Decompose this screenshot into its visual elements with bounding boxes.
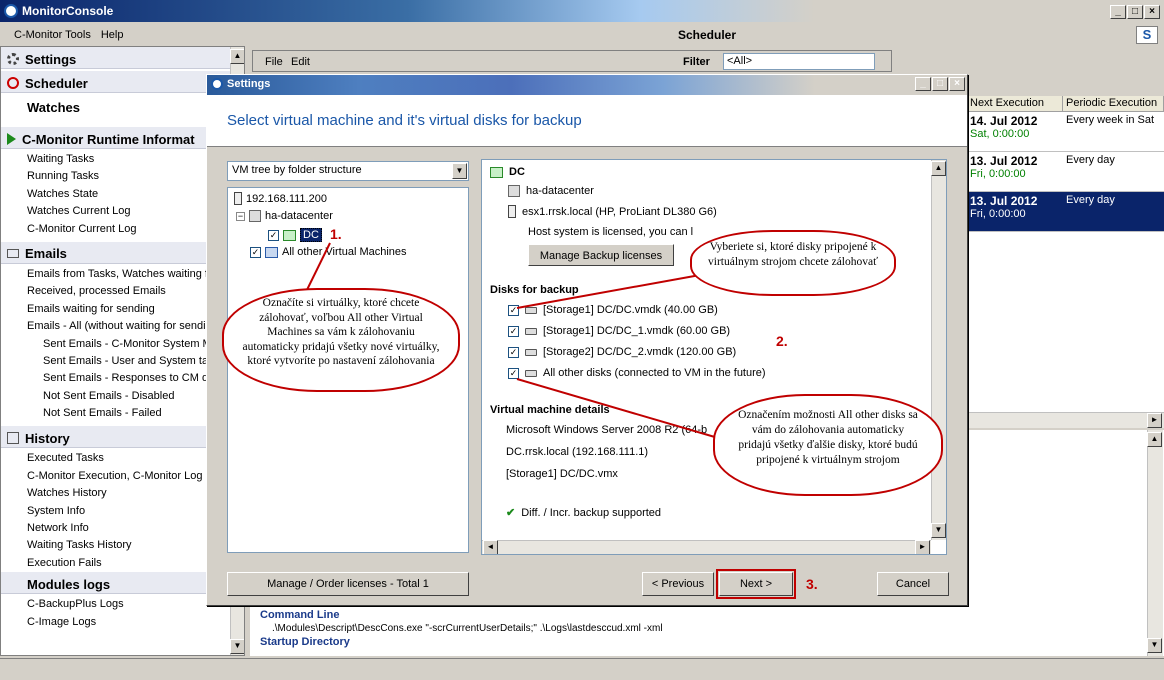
annotation-number-1: 1.: [330, 226, 342, 242]
annotation-number-2: 2.: [776, 333, 788, 349]
callout-other-disks: Označením možnosti All other disks sa vá…: [713, 394, 943, 496]
annotation-arrows: [301, 242, 726, 441]
callout-select-disks: Vyberiete si, ktoré disky pripojené k vi…: [690, 230, 896, 296]
callout-select-vms: Označíte si virtuálky, ktoré chcete zálo…: [222, 288, 460, 392]
annotation-number-3: 3.: [806, 576, 818, 592]
